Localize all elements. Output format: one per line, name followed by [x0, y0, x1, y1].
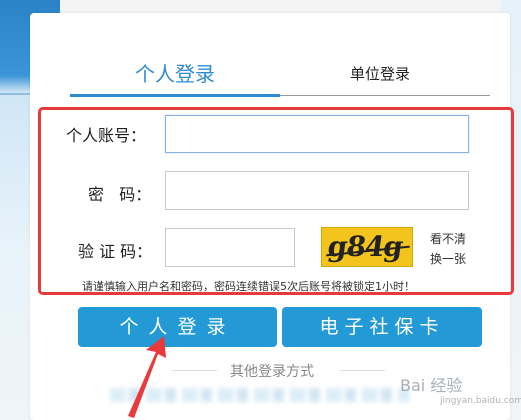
baidu-watermark-url: jingyan.baidu.com — [440, 396, 521, 406]
tab-divider — [280, 95, 490, 96]
captcha-label: 验 证 码： — [78, 242, 153, 261]
red-arrow-annotation-icon — [128, 336, 166, 418]
social-security-card-button[interactable]: 电子社保卡 — [282, 307, 482, 347]
refresh-captcha-line1: 看不清 — [430, 232, 467, 246]
other-login-divider-right — [340, 370, 385, 371]
baidu-watermark-logo: Bai 经验 — [400, 376, 463, 395]
password-input[interactable] — [165, 171, 469, 210]
lockout-notice: 请谨慎输入用户名和密码，密码连续错误5次后账号将被锁定1小时！ — [82, 280, 415, 293]
tab-unit-login[interactable]: 单位登录 — [300, 58, 460, 94]
other-login-methods: 其他登录方式 — [150, 361, 400, 381]
other-login-label: 其他登录方式 — [230, 364, 314, 380]
captcha-image[interactable]: g84g — [321, 227, 413, 267]
active-tab-indicator — [70, 94, 280, 97]
password-label: 密 码： — [88, 185, 152, 204]
account-label: 个人账号： — [66, 126, 147, 145]
account-input[interactable] — [165, 115, 469, 153]
refresh-captcha-link[interactable]: 看不清 换一张 — [430, 229, 474, 269]
refresh-captcha-line2: 换一张 — [430, 252, 467, 266]
captcha-input[interactable] — [165, 228, 295, 267]
tab-personal-login[interactable]: 个人登录 — [70, 58, 280, 94]
login-tabs: 个人登录 单位登录 — [70, 58, 490, 97]
